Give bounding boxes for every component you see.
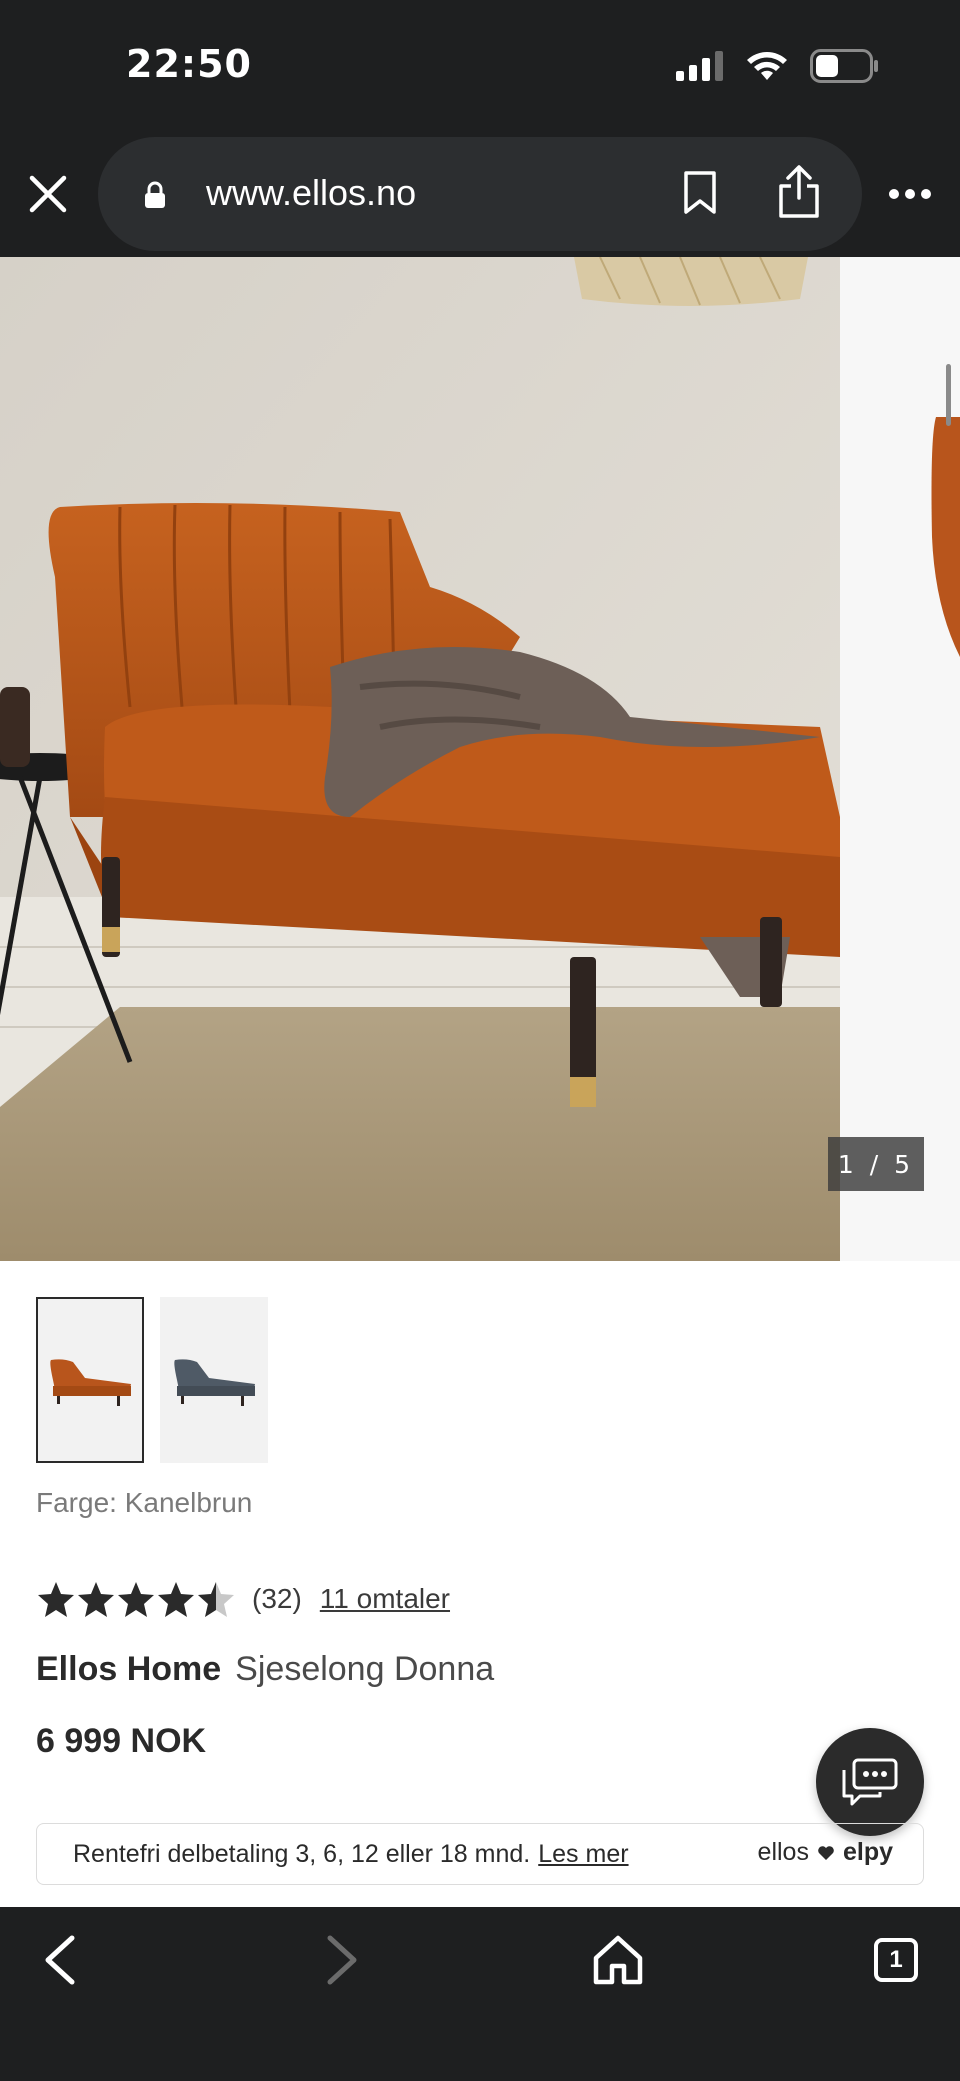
- financing-text: Rentefri delbetaling 3, 6, 12 eller 18 m…: [73, 1839, 531, 1868]
- wifi-icon: [747, 52, 787, 80]
- star-full-icon: [78, 1582, 114, 1617]
- next-image-preview: [931, 417, 960, 657]
- star-full-icon: [38, 1582, 74, 1617]
- thumbnail-kanelbrun[interactable]: [36, 1297, 144, 1463]
- browser-bottom-bar: [0, 1907, 960, 2081]
- thumbnail-gray[interactable]: [160, 1297, 268, 1463]
- signal-icon: [676, 51, 723, 81]
- bookmark-icon[interactable]: [682, 170, 718, 216]
- product-rating[interactable]: (32) 11 omtaler: [36, 1577, 450, 1621]
- rating-count: (32): [252, 1583, 302, 1614]
- chat-button[interactable]: [816, 1728, 924, 1836]
- back-icon[interactable]: [32, 1930, 92, 1990]
- thumbnail-image: [50, 1359, 132, 1406]
- status-icons: [676, 48, 880, 84]
- star-full-icon: [118, 1582, 154, 1617]
- url-text[interactable]: www.ellos.no: [206, 172, 416, 214]
- thumbnail-image: [174, 1359, 255, 1406]
- status-bar: 22:50: [0, 0, 960, 125]
- color-label: Farge: Kanelbrun: [36, 1487, 253, 1518]
- product-name: Sjeselong Donna: [235, 1650, 495, 1688]
- product-title: Ellos Home Sjeselong Donna: [36, 1650, 494, 1689]
- chat-icon: [842, 1758, 898, 1806]
- lock-icon: [145, 181, 165, 208]
- elpy-logo-text: elpy: [842, 1838, 893, 1866]
- share-icon[interactable]: [776, 164, 822, 220]
- image-counter: 1 / 5: [828, 1137, 924, 1191]
- star-full-icon: [158, 1582, 194, 1617]
- tab-count: 1: [889, 1946, 903, 1973]
- battery-icon: [810, 49, 878, 83]
- product-brand[interactable]: Ellos Home: [36, 1650, 221, 1688]
- financing-partner-logo: ellos elpy: [758, 1838, 893, 1867]
- star-half-icon: [198, 1582, 234, 1617]
- status-time: 22:50: [126, 42, 252, 86]
- close-icon[interactable]: [24, 170, 72, 218]
- product-image[interactable]: [0, 257, 840, 1261]
- scroll-indicator: [946, 364, 951, 426]
- product-price: 6 999 NOK: [36, 1722, 207, 1760]
- more-icon[interactable]: [888, 188, 932, 200]
- ellos-logo-text: ellos: [757, 1838, 809, 1866]
- product-gallery[interactable]: 1 / 5: [0, 257, 960, 1261]
- tabs-button[interactable]: 1: [866, 1930, 926, 1990]
- heart-icon: [818, 1845, 834, 1860]
- financing-banner: Rentefri delbetaling 3, 6, 12 eller 18 m…: [36, 1823, 924, 1885]
- financing-read-more-link[interactable]: Les mer: [538, 1840, 628, 1869]
- home-icon[interactable]: [588, 1930, 648, 1990]
- next-product-image[interactable]: [840, 257, 960, 1261]
- forward-icon[interactable]: [310, 1930, 370, 1990]
- reviews-link[interactable]: 11 omtaler: [320, 1583, 450, 1615]
